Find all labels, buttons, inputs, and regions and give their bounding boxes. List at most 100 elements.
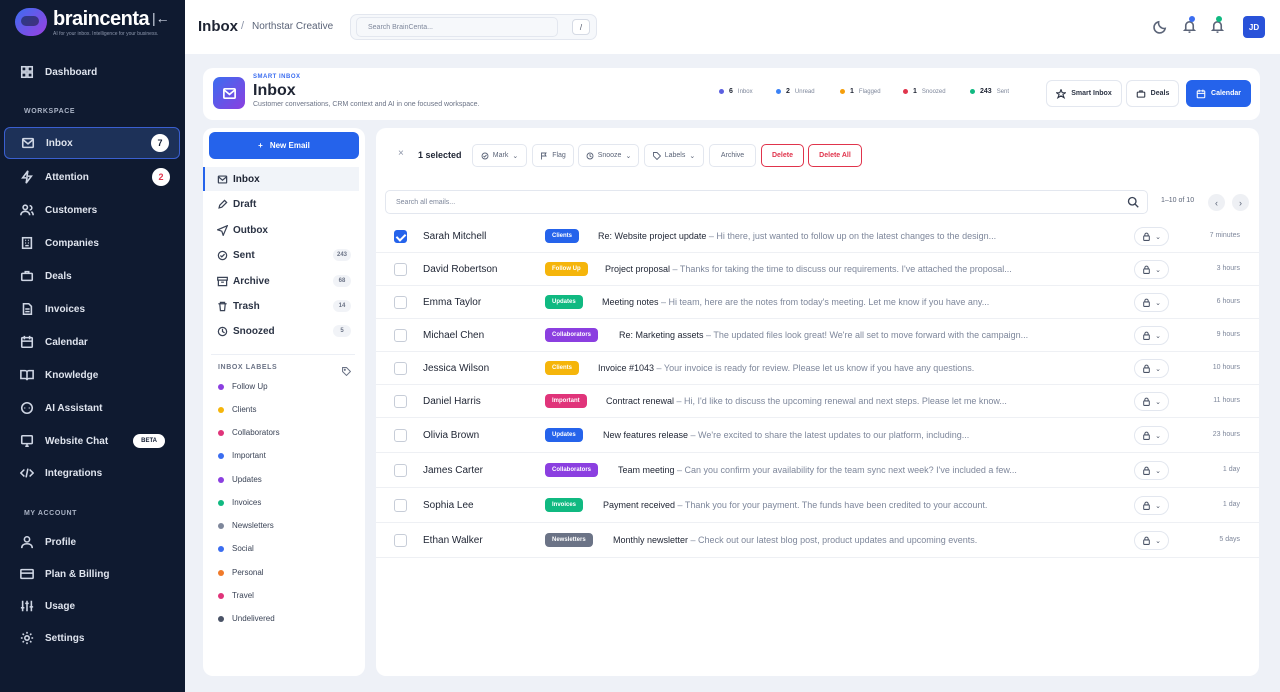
sidebar-item-settings[interactable]: Settings: [4, 622, 180, 654]
folder-trash[interactable]: Trash 14: [203, 294, 359, 318]
label-important[interactable]: Important: [218, 451, 266, 460]
tag-icon[interactable]: [342, 363, 352, 381]
row-checkbox[interactable]: [394, 296, 407, 309]
breadcrumb-workspace[interactable]: Northstar Creative: [252, 21, 333, 32]
sidebar-item-invoices[interactable]: Invoices: [4, 293, 180, 325]
top-header: Inbox / Northstar Creative Search BrainC…: [185, 0, 1280, 54]
row-checkbox[interactable]: [394, 329, 407, 342]
privacy-toggle[interactable]: ⌄: [1134, 359, 1169, 378]
email-row[interactable]: Emma Taylor Updates Meeting notes – Hi t…: [376, 286, 1259, 319]
email-row[interactable]: Jessica Wilson Clients Invoice #1043 – Y…: [376, 352, 1259, 385]
folder-draft[interactable]: Draft: [203, 192, 359, 216]
next-page-button[interactable]: ›: [1232, 194, 1249, 211]
inbox-icon: [217, 174, 228, 184]
email-row[interactable]: Olivia Brown Updates New features releas…: [376, 418, 1259, 453]
chevron-down-icon: ⌄: [1155, 365, 1161, 373]
privacy-toggle[interactable]: ⌄: [1134, 392, 1169, 411]
row-checkbox[interactable]: [394, 263, 407, 276]
sidebar-item-dashboard[interactable]: Dashboard: [4, 56, 180, 88]
email-tag: Follow Up: [545, 262, 588, 276]
labels-button[interactable]: Labels ⌄: [644, 144, 704, 167]
sidebar-item-usage[interactable]: Usage: [4, 590, 180, 622]
row-checkbox[interactable]: [394, 429, 407, 442]
label-follow-up[interactable]: Follow Up: [218, 382, 268, 391]
email-search-input[interactable]: Search all emails...: [385, 190, 1148, 214]
label-newsletters[interactable]: Newsletters: [218, 521, 274, 530]
sidebar-item-label: Inbox: [46, 137, 73, 149]
deals-button[interactable]: Deals: [1126, 80, 1179, 107]
clock-icon: [217, 326, 228, 336]
sidebar-item-label: Plan & Billing: [45, 568, 110, 580]
privacy-toggle[interactable]: ⌄: [1134, 260, 1169, 279]
privacy-toggle[interactable]: ⌄: [1134, 531, 1169, 550]
brand-logo[interactable]: braincenta AI for your inbox. Intelligen…: [15, 6, 175, 40]
archive-button[interactable]: Archive: [709, 144, 756, 167]
avatar[interactable]: JD: [1243, 16, 1265, 38]
privacy-toggle[interactable]: ⌄: [1134, 461, 1169, 480]
prev-page-button[interactable]: ‹: [1208, 194, 1225, 211]
pagination-text: 1–10 of 10: [1161, 197, 1195, 204]
label-dot: [218, 406, 224, 413]
delete-button[interactable]: Delete: [761, 144, 804, 167]
privacy-toggle[interactable]: ⌄: [1134, 496, 1169, 515]
folder-inbox[interactable]: Inbox: [203, 167, 359, 191]
row-checkbox[interactable]: [394, 534, 407, 547]
sidebar-item-calendar[interactable]: Calendar: [4, 326, 180, 358]
clear-selection-icon[interactable]: ×: [398, 148, 404, 159]
email-row[interactable]: Sophia Lee Invoices Payment received – T…: [376, 488, 1259, 523]
sidebar-item-plan-billing[interactable]: Plan & Billing: [4, 558, 180, 590]
label-undelivered[interactable]: Undelivered: [218, 614, 275, 623]
label-updates[interactable]: Updates: [218, 475, 262, 484]
divider: [211, 354, 355, 355]
email-row[interactable]: Daniel Harris Important Contract renewal…: [376, 385, 1259, 418]
mark-button[interactable]: Mark ⌄: [472, 144, 527, 167]
email-row[interactable]: Michael Chen Collaborators Re: Marketing…: [376, 319, 1259, 352]
folder-outbox[interactable]: Outbox: [203, 218, 359, 242]
sidebar-item-customers[interactable]: Customers: [4, 194, 180, 226]
global-search-input[interactable]: Search BrainCenta...: [356, 17, 558, 37]
sidebar-item-companies[interactable]: Companies: [4, 227, 180, 259]
email-row[interactable]: David Robertson Follow Up Project propos…: [376, 253, 1259, 286]
calendar-button[interactable]: Calendar: [1186, 80, 1251, 107]
sidebar-item-inbox[interactable]: Inbox 7: [4, 127, 180, 159]
label-personal[interactable]: Personal: [218, 568, 264, 577]
folder-sent[interactable]: Sent 243: [203, 243, 359, 267]
folder-archive[interactable]: Archive 68: [203, 269, 359, 293]
sidebar-item-deals[interactable]: Deals: [4, 260, 180, 292]
sidebar-item-integrations[interactable]: Integrations: [4, 457, 180, 489]
row-checkbox[interactable]: [394, 362, 407, 375]
row-checkbox[interactable]: [394, 230, 407, 243]
row-checkbox[interactable]: [394, 499, 407, 512]
label-collaborators[interactable]: Collaborators: [218, 428, 280, 437]
email-row[interactable]: Sarah Mitchell Clients Re: Website proje…: [376, 220, 1259, 253]
privacy-toggle[interactable]: ⌄: [1134, 326, 1169, 345]
email-row[interactable]: Ethan Walker Newsletters Monthly newslet…: [376, 523, 1259, 558]
privacy-toggle[interactable]: ⌄: [1134, 293, 1169, 312]
snooze-button[interactable]: Snooze ⌄: [578, 144, 639, 167]
row-checkbox[interactable]: [394, 395, 407, 408]
label-invoices[interactable]: Invoices: [218, 498, 261, 507]
sidebar-item-website-chat[interactable]: Website Chat BETA: [4, 425, 180, 457]
collapse-sidebar-icon[interactable]: |←: [152, 10, 170, 26]
sidebar-section-workspace: WORKSPACE: [24, 108, 76, 115]
sidebar-item-attention[interactable]: Attention 2: [4, 161, 180, 193]
breadcrumb-main[interactable]: Inbox: [198, 18, 238, 35]
label-dot: [218, 499, 224, 506]
search-icon[interactable]: [1127, 195, 1139, 213]
label-social[interactable]: Social: [218, 544, 254, 553]
sidebar-item-knowledge[interactable]: Knowledge: [4, 359, 180, 391]
label-clients[interactable]: Clients: [218, 405, 256, 414]
sidebar-item-ai-assistant[interactable]: AI Assistant: [4, 392, 180, 424]
privacy-toggle[interactable]: ⌄: [1134, 426, 1169, 445]
row-checkbox[interactable]: [394, 464, 407, 477]
sidebar-item-profile[interactable]: Profile: [4, 526, 180, 558]
label-travel[interactable]: Travel: [218, 591, 254, 600]
folder-snoozed[interactable]: Snoozed 5: [203, 319, 359, 343]
privacy-toggle[interactable]: ⌄: [1134, 227, 1169, 246]
smart-inbox-button[interactable]: Smart Inbox: [1046, 80, 1122, 107]
email-row[interactable]: James Carter Collaborators Team meeting …: [376, 453, 1259, 488]
new-email-button[interactable]: + New Email: [209, 132, 359, 159]
flag-button[interactable]: Flag: [532, 144, 574, 167]
delete-all-button[interactable]: Delete All: [808, 144, 862, 167]
moon-icon[interactable]: [1153, 19, 1169, 35]
